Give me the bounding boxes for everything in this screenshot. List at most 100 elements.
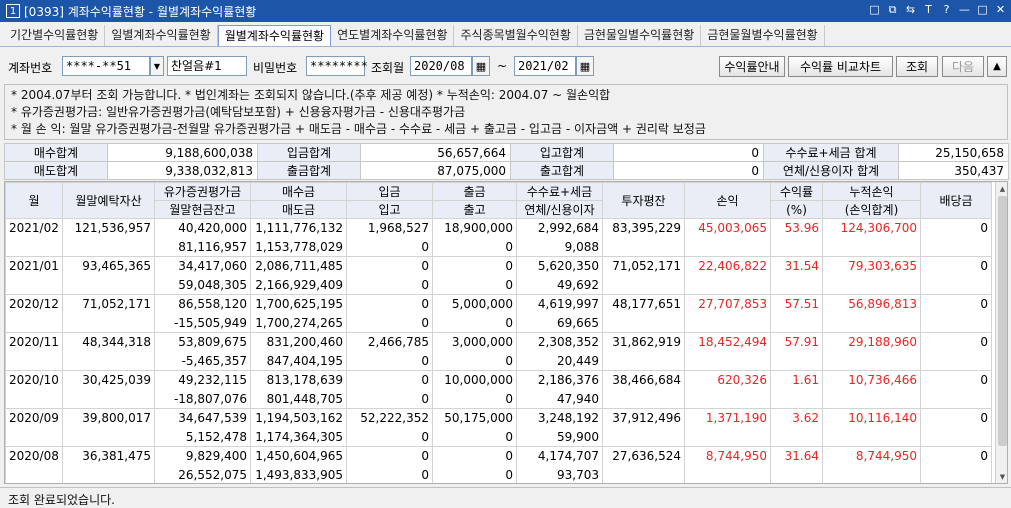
cell-rate: 1.61 [770, 370, 823, 409]
summary-value: 0 [613, 161, 764, 180]
table-row[interactable]: 2020/12 71,052,171 86,558,120 1,700,625,195… [5, 294, 992, 333]
info-notes: * 2004.07부터 조회 가능합니다. * 법인계좌는 조회되지 않습니다.… [4, 84, 1008, 140]
cell-sell: 847,404,195 [250, 351, 347, 371]
tab-daily-yield[interactable]: 일별계좌수익률현황 [105, 25, 218, 46]
info-line: * 2004.07부터 조회 가능합니다. * 법인계좌는 조회되지 않습니다.… [11, 88, 611, 102]
cell-cash: 81,116,957 [154, 237, 251, 257]
cell-deposit: 0 [346, 446, 433, 466]
cell-asset: 30,425,039 [62, 370, 155, 409]
cell-rate: 57.91 [770, 332, 823, 371]
cell-avg-invest: 83,395,229 [602, 218, 685, 257]
to-month-field[interactable]: 2021/02 [514, 56, 576, 76]
link-icon[interactable]: □ [868, 3, 881, 17]
query-button[interactable]: 조회 [896, 56, 938, 77]
cell-asset: 48,344,318 [62, 332, 155, 371]
cell-out: 0 [432, 237, 517, 257]
header-rate-unit: (%) [770, 200, 823, 219]
calendar-icon[interactable]: ▦ [576, 56, 594, 76]
cell-out: 0 [432, 465, 517, 483]
header-cum-sub: (손익합계) [822, 200, 921, 219]
info-line: * 월 손 익: 월말 유가증권평가금-전월말 유가증권평가금 + 매도금 - … [11, 122, 706, 136]
monthly-yield-grid[interactable]: 월 월말예탁자산 유가증권평가금 매수금 입금 출금 수수료+세금 투자평잔 손… [4, 181, 1008, 484]
cell-eval: 9,829,400 [154, 446, 251, 466]
cell-avg-invest: 27,636,524 [602, 446, 685, 483]
summary-value: 350,437 [898, 161, 1009, 180]
table-row[interactable]: 2021/01 93,465,365 34,417,060 2,086,711,485… [5, 256, 992, 295]
cell-withdraw: 0 [432, 256, 517, 276]
header-pnl: 손익 [684, 182, 771, 219]
cell-withdraw: 0 [432, 446, 517, 466]
cell-cum: 56,896,813 [822, 294, 921, 333]
from-month-field[interactable]: 2020/08 [410, 56, 472, 76]
table-row[interactable]: 2020/08 36,381,475 9,829,400 1,450,604,965 0… [5, 446, 992, 483]
cell-in: 0 [346, 351, 433, 371]
cell-fee: 4,619,997 [516, 294, 603, 314]
cell-cum: 79,303,635 [822, 256, 921, 295]
maximize-icon[interactable]: □ [976, 3, 989, 17]
cell-cash: 59,048,305 [154, 275, 251, 295]
cell-interest: 69,665 [516, 313, 603, 333]
tab-stock-monthly-profit[interactable]: 주식종목별월수익현황 [454, 25, 578, 46]
header-fee: 수수료+세금 [516, 182, 603, 201]
table-row[interactable]: 2021/02 121,536,957 40,420,000 1,111,776,13… [5, 218, 992, 257]
cell-dividend: 0 [920, 218, 992, 257]
cell-deposit: 2,466,785 [346, 332, 433, 352]
table-row[interactable]: 2020/09 39,800,017 34,647,539 1,194,503,162… [5, 408, 992, 447]
info-line: * 유가증권평가금: 일반유가증권평가금(예탁담보포함) + 신용융자평가금 -… [11, 105, 466, 119]
yield-compare-chart-button[interactable]: 수익률 비교차트 [788, 56, 893, 77]
collapse-up-button[interactable]: ▲ [987, 56, 1007, 77]
header-buy: 매수금 [250, 182, 347, 201]
minimize-icon[interactable]: — [958, 3, 971, 17]
cell-in: 0 [346, 313, 433, 333]
cell-pnl: 27,707,853 [684, 294, 771, 333]
scroll-thumb[interactable] [998, 196, 1007, 446]
cell-buy: 1,450,604,965 [250, 446, 347, 466]
header-month: 월 [5, 182, 63, 219]
copy-window-icon[interactable]: ⧉ [886, 3, 899, 17]
tab-yearly-yield[interactable]: 연도별계좌수익률현황 [331, 25, 455, 46]
cell-withdraw: 18,900,000 [432, 218, 517, 238]
summary-label: 출고합계 [510, 161, 614, 180]
next-button[interactable]: 다음 [942, 56, 984, 77]
vertical-scrollbar[interactable]: ▲ ▼ [995, 182, 1007, 483]
table-row[interactable]: 2020/10 30,425,039 49,232,115 813,178,639 0 1… [5, 370, 992, 409]
cell-rate: 53.96 [770, 218, 823, 257]
tab-gold-daily-yield[interactable]: 금현물일별수익률현황 [578, 25, 702, 46]
header-in: 입고 [346, 200, 433, 219]
cell-eval: 34,417,060 [154, 256, 251, 276]
cell-cash: -5,465,357 [154, 351, 251, 371]
summary-label: 연체/신용이자 합계 [763, 161, 899, 180]
summary-table: 매수합계 9,188,600,038 입금합계 56,657,664 입고합계 … [4, 143, 1009, 180]
header-avg-invest: 투자평잔 [602, 182, 685, 219]
tab-gold-monthly-yield[interactable]: 금현물월별수익률현황 [701, 25, 825, 46]
close-icon[interactable]: ✕ [994, 3, 1007, 17]
scroll-up-icon[interactable]: ▲ [996, 182, 1007, 195]
cell-cum: 29,188,960 [822, 332, 921, 371]
cell-in: 0 [346, 389, 433, 409]
table-row[interactable]: 2020/11 48,344,318 53,809,675 831,200,460 2,… [5, 332, 992, 371]
cell-pnl: 1,371,190 [684, 408, 771, 447]
tab-monthly-yield[interactable]: 월별계좌수익률현황 [217, 25, 332, 46]
cell-month: 2020/09 [5, 408, 63, 447]
chevron-down-icon[interactable]: ▼ [150, 56, 164, 76]
password-field[interactable]: ******** [306, 56, 368, 76]
tab-period-yield[interactable]: 기간별수익률현황 [4, 25, 106, 46]
swap-icon[interactable]: ⇆ [904, 3, 917, 17]
account-number-field[interactable]: ****-**51 [62, 56, 150, 76]
yield-guide-button[interactable]: 수익률안내 [719, 56, 785, 77]
cell-out: 0 [432, 313, 517, 333]
summary-label: 입고합계 [510, 143, 614, 162]
cell-in: 0 [346, 237, 433, 257]
font-size-icon[interactable]: T [922, 3, 935, 17]
summary-label: 입금합계 [257, 143, 361, 162]
scroll-down-icon[interactable]: ▼ [996, 470, 1007, 483]
cell-interest: 47,940 [516, 389, 603, 409]
cell-month: 2021/02 [5, 218, 63, 257]
cell-month: 2020/10 [5, 370, 63, 409]
cell-asset: 36,381,475 [62, 446, 155, 483]
calendar-icon[interactable]: ▦ [472, 56, 490, 76]
cell-fee: 2,186,376 [516, 370, 603, 390]
query-bar: 계좌번호 ****-**51 ▼ 찬얼음#1 비밀번호 ******** 조회월… [0, 53, 1011, 79]
cell-cash: 26,552,075 [154, 465, 251, 483]
help-icon[interactable]: ? [940, 3, 953, 17]
